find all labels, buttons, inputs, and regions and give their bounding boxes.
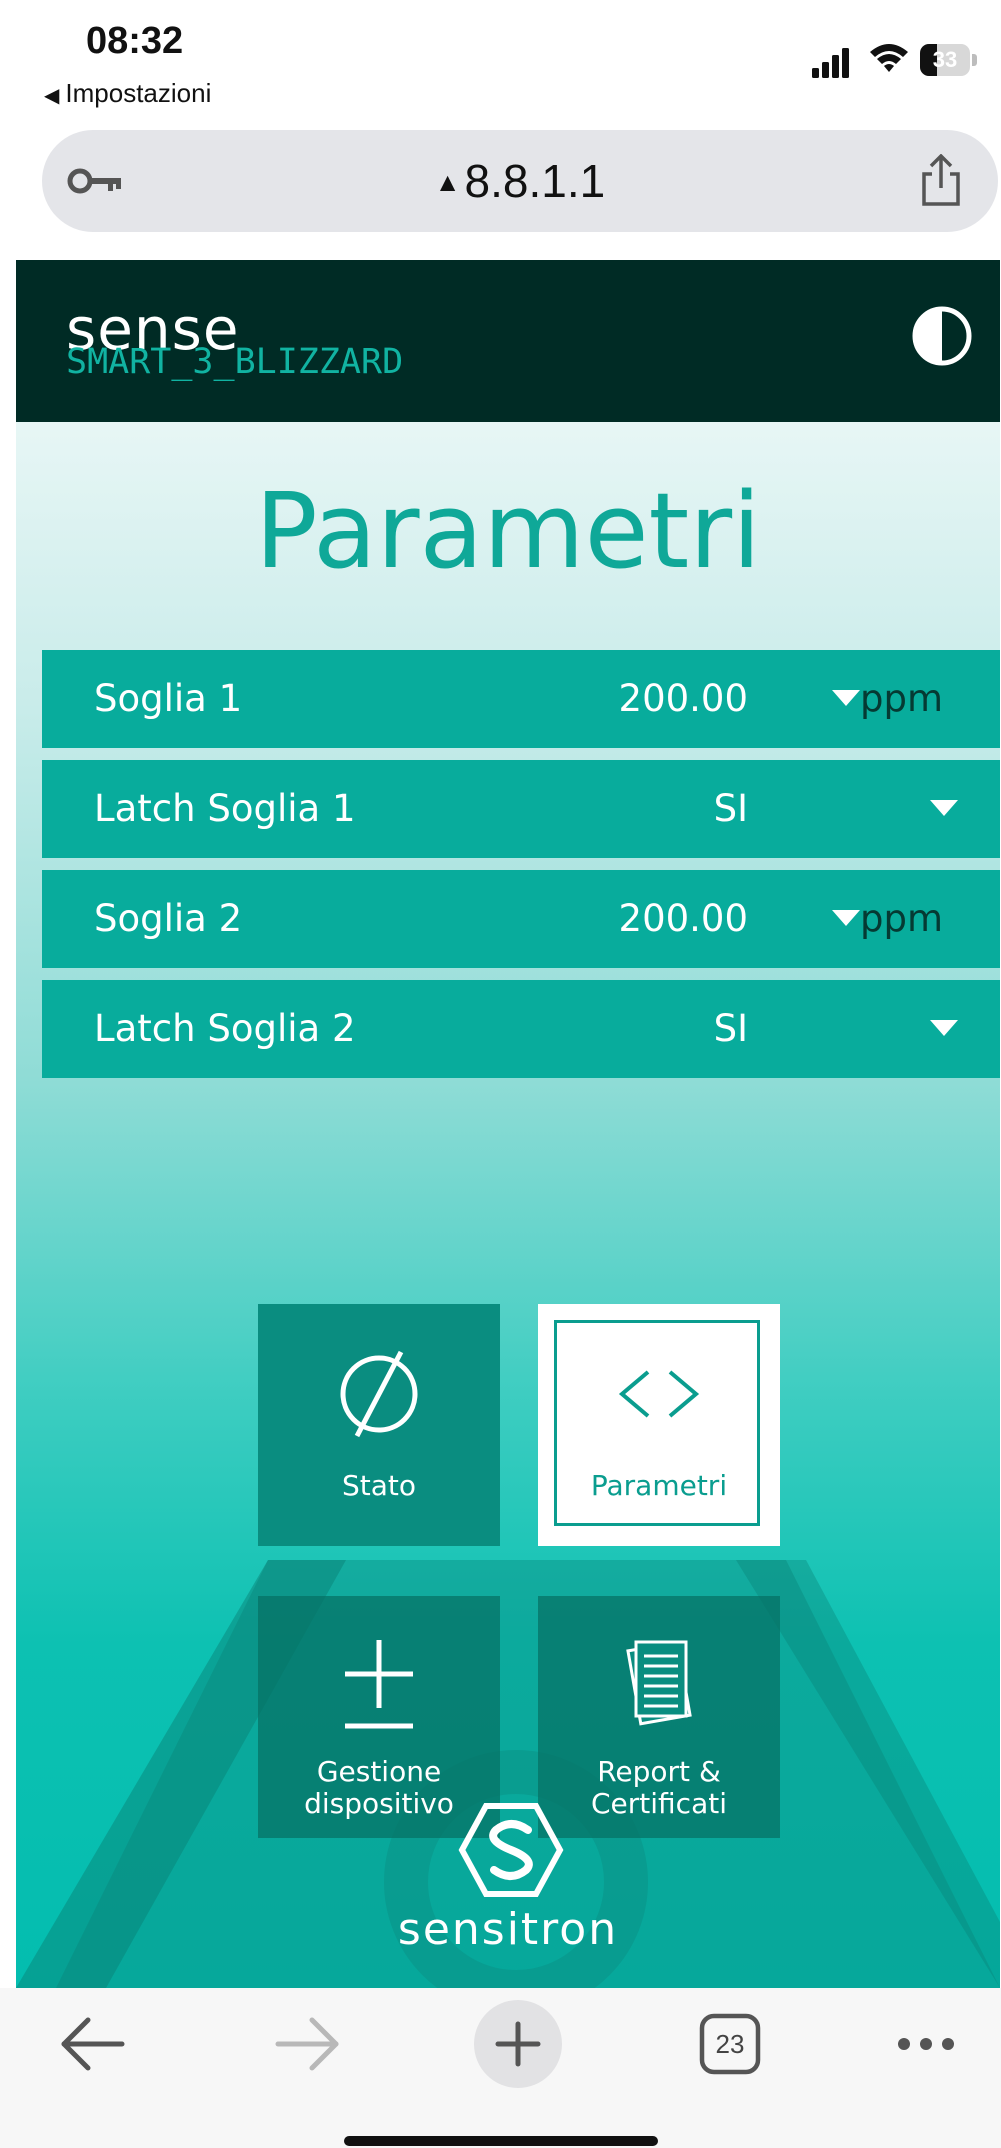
main-content: Parametri Soglia 1 200.00 ppm Latch Sogl… xyxy=(16,422,1000,1988)
back-to-app-link[interactable]: ◀ Impostazioni xyxy=(44,78,211,109)
param-unit: ppm xyxy=(860,897,944,940)
param-value[interactable]: 200.00 xyxy=(619,650,748,748)
status-time: 08:32 xyxy=(86,20,184,62)
battery-icon: 33 xyxy=(920,44,978,76)
param-value[interactable]: 200.00 xyxy=(619,870,748,968)
sensitron-wordmark: sensitron xyxy=(397,1904,619,1955)
code-brackets-icon xyxy=(618,1370,700,1418)
tile-label: Stato xyxy=(341,1469,417,1502)
address-bar[interactable]: ▲8.8.1.1 xyxy=(42,130,998,232)
contrast-icon[interactable] xyxy=(912,306,972,366)
wifi-icon xyxy=(870,44,908,72)
nav-tile-parametri[interactable]: Parametri xyxy=(538,1304,780,1546)
page-title: Parametri xyxy=(255,470,761,592)
chevron-down-icon[interactable] xyxy=(930,800,958,816)
tile-label-line1: Report & xyxy=(597,1755,721,1788)
plus-minus-icon xyxy=(345,1640,413,1729)
param-row-soglia-1[interactable]: Soglia 1 200.00 ppm xyxy=(42,650,1000,748)
param-row-latch-soglia-2[interactable]: Latch Soglia 2 SI xyxy=(42,980,1000,1078)
param-value[interactable]: SI xyxy=(714,980,748,1078)
chevron-down-icon[interactable] xyxy=(930,1020,958,1036)
back-triangle-icon: ◀ xyxy=(44,85,60,107)
tile-label-line1: Gestione xyxy=(316,1755,442,1788)
share-icon[interactable] xyxy=(918,154,964,208)
tile-label-line2: Certificati xyxy=(591,1787,727,1820)
app-header: sense SMART_3_BLIZZARD xyxy=(16,260,1000,422)
more-icon[interactable] xyxy=(866,1988,986,2108)
param-label: Latch Soglia 1 xyxy=(94,787,356,830)
cellular-signal-icon xyxy=(812,48,849,78)
nav-tile-report-certificati[interactable]: Report & Certificati xyxy=(538,1596,780,1838)
tab-count: 23 xyxy=(715,2029,745,2059)
param-row-soglia-2[interactable]: Soglia 2 200.00 ppm xyxy=(42,870,1000,968)
battery-percent: 33 xyxy=(932,47,958,72)
tile-label: Parametri xyxy=(590,1469,728,1502)
sensitron-logo-icon xyxy=(458,1803,564,1897)
param-label: Soglia 2 xyxy=(94,897,243,940)
browser-toolbar: 23 xyxy=(0,1988,1001,2148)
chevron-down-icon[interactable] xyxy=(832,690,860,706)
documents-icon xyxy=(626,1640,692,1726)
url-display[interactable]: ▲8.8.1.1 xyxy=(42,130,998,232)
device-name: SMART_3_BLIZZARD xyxy=(66,342,404,382)
tabs-button[interactable]: 23 xyxy=(670,1988,790,2108)
plus-icon[interactable] xyxy=(458,1988,578,2108)
param-row-latch-soglia-1[interactable]: Latch Soglia 1 SI xyxy=(42,760,1000,858)
arrow-right-icon[interactable] xyxy=(246,1988,366,2108)
url-text: 8.8.1.1 xyxy=(464,155,606,207)
chevron-down-icon[interactable] xyxy=(832,910,860,926)
empty-set-icon xyxy=(340,1350,418,1438)
home-indicator xyxy=(344,2136,658,2146)
warning-icon: ▲ xyxy=(434,167,461,197)
param-label: Latch Soglia 2 xyxy=(94,1007,356,1050)
arrow-left-icon[interactable] xyxy=(34,1988,154,2108)
param-label: Soglia 1 xyxy=(94,677,243,720)
status-bar: 08:32 ◀ Impostazioni 33 xyxy=(0,0,1001,120)
nav-tile-stato[interactable]: Stato xyxy=(258,1304,500,1546)
back-app-label: Impostazioni xyxy=(65,78,212,108)
param-value[interactable]: SI xyxy=(714,760,748,858)
param-unit: ppm xyxy=(860,677,944,720)
